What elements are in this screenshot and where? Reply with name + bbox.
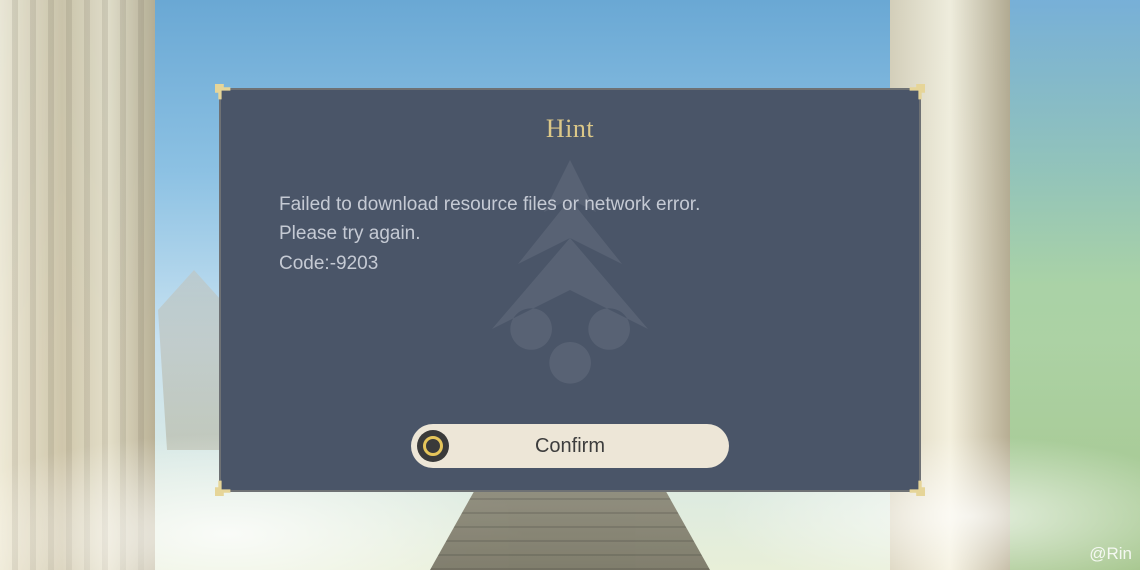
- corner-ornament-icon: [903, 474, 925, 496]
- dialog-message-line: Failed to download resource files or net…: [279, 190, 861, 219]
- dialog-message-line: Please try again.: [279, 219, 861, 248]
- corner-ornament-icon: [215, 474, 237, 496]
- dialog-message-line: Code:-9203: [279, 249, 861, 278]
- dialog-title: Hint: [221, 90, 919, 144]
- confirm-button-label: Confirm: [411, 435, 729, 458]
- corner-ornament-icon: [903, 84, 925, 106]
- hint-dialog: Hint Failed to download resource files o…: [219, 88, 921, 492]
- dialog-message: Failed to download resource files or net…: [279, 190, 861, 278]
- confirm-button[interactable]: Confirm: [411, 424, 729, 468]
- screenshot-watermark: @Rin: [1089, 544, 1132, 564]
- corner-ornament-icon: [215, 84, 237, 106]
